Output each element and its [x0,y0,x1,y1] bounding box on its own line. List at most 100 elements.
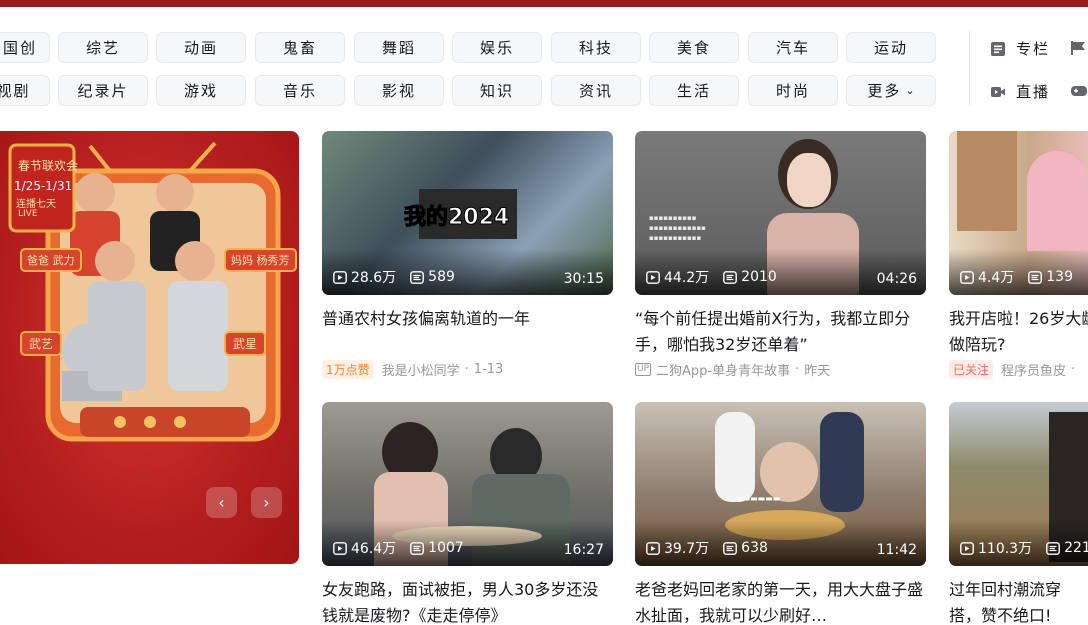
thumbnail-caption: 我的2024 [403,205,510,231]
gamepad-icon[interactable] [1070,83,1088,99]
danmaku-count: 139 [1046,269,1073,285]
video-meta: UP 二狗App-单身青年故事 · 昨天 [635,360,830,379]
chevron-right-icon: › [263,493,270,512]
channel-guochuang[interactable]: 国创 [0,32,50,63]
video-thumbnail[interactable]: ▪▪▪▪▪▪▪▪▪▪ ▪▪▪▪▪▪▪▪▪▪▪▪ ▪▪▪▪▪▪▪▪▪▪▪ 44.2万 … [635,131,926,295]
video-title[interactable]: 过年回村潮流穿搭，赞不绝口! [949,577,1088,625]
banner-live-tag: LIVE [18,209,38,219]
danmaku-count-icon [723,270,738,284]
danmaku-count: 2010 [741,269,777,285]
channel-label: 国创 [2,39,37,57]
sidelink-zhuanlan[interactable]: 专栏 [990,38,1050,59]
live-icon [991,86,1005,97]
danmaku-count-icon [410,270,425,284]
channel-label: 资讯 [578,82,613,100]
channel-youxi[interactable]: 游戏 [156,75,246,106]
banner-event-title: 春节联欢会 [18,159,79,173]
channel-keji[interactable]: 科技 [551,32,641,63]
channel-dianshiju[interactable]: 电视剧 [0,75,50,106]
channel-label: 游戏 [183,82,218,100]
channel-yinyue[interactable]: 音乐 [255,75,345,106]
video-title[interactable]: 普通农村女孩偏离轨道的一年 [322,306,613,358]
play-count-icon [646,541,660,555]
meta-separator: · [464,362,469,377]
video-meta: 已关注 程序员鱼皮 · [949,360,1080,379]
video-title[interactable]: “每个前任提出婚前X行为，我都立即分手，哪怕我32岁还单着” [635,306,926,358]
play-count-icon [646,270,660,284]
channel-zixun[interactable]: 资讯 [551,75,641,106]
sidelink-label: 专栏 [1016,40,1051,58]
channel-jilupian[interactable]: 纪录片 [58,75,148,106]
video-duration: 04:26 [876,271,917,287]
channel-qiche[interactable]: 汽车 [748,32,838,63]
video-thumbnail[interactable]: 46.4万 1007 16:27 [322,402,613,566]
banner-name-tag: 武星 [224,331,267,356]
flag-icon[interactable] [1070,40,1088,56]
channel-label: 汽车 [775,39,810,57]
channel-label: 科技 [578,39,613,57]
view-count: 110.3万 [978,541,1033,557]
sidelink-zhibo[interactable]: 直播 [990,81,1050,102]
channel-shishang[interactable]: 时尚 [748,75,838,106]
channel-zhishi[interactable]: 知识 [452,75,542,106]
video-author[interactable]: 二狗App-单身青年故事 [656,360,790,379]
channel-label: 知识 [479,82,514,100]
channel-yule[interactable]: 娱乐 [452,32,542,63]
banner-prev-button[interactable]: ‹ [206,487,237,518]
view-count: 4.4万 [978,270,1015,286]
play-count-icon [960,541,974,555]
video-thumbnail[interactable]: ▬▬▬▬▬▬ 39.7万 638 11:42 [635,402,926,566]
channel-label: 动画 [183,39,218,57]
banner-event-dates: 1/25-1/31 [14,179,73,193]
channel-guichu[interactable]: 鬼畜 [255,32,345,63]
channel-more[interactable]: 更多 ⌄ [846,75,936,106]
channel-shenghuo[interactable]: 生活 [649,75,739,106]
video-thumbnail[interactable]: 110.3万 221 [949,402,1088,566]
play-count-icon [960,270,974,284]
video-duration: 11:42 [876,542,917,558]
channel-label: 娱乐 [479,39,514,57]
channel-donghua[interactable]: 动画 [156,32,246,63]
video-author[interactable]: 程序员鱼皮 [1001,360,1066,379]
danmaku-count: 638 [741,540,768,556]
channel-label: 综艺 [85,39,120,57]
channel-yingshi[interactable]: 影视 [354,75,444,106]
danmaku-count: 589 [428,269,455,285]
like-badge: 1万点赞 [322,360,374,379]
view-count: 28.6万 [351,270,397,286]
video-title[interactable]: 我开店啦！26岁大龄做陪玩? [949,306,1088,358]
video-date: 昨天 [804,364,831,379]
article-icon [991,41,1005,56]
video-title[interactable]: 老爸老妈回老家的第一天，用大大盘子盛水扯面，我就可以少刷好… [635,577,926,625]
meta-separator: · [1071,362,1076,377]
video-title[interactable]: 女友跑路，面试被拒，男人30多岁还没钱就是废物?《走走停停》 [322,577,613,625]
channel-zongyi[interactable]: 综艺 [58,32,148,63]
danmaku-count-icon [1046,541,1060,555]
video-meta: 1万点赞 我是小松同学 · 1-13 [322,360,503,379]
meta-separator: · [795,362,800,377]
video-thumbnail[interactable]: 我的2024 28.6万 589 30:15 [322,131,613,295]
danmaku-count-icon [723,541,738,555]
banner-name-tag: 武艺 [20,331,63,356]
channel-wudao[interactable]: 舞蹈 [354,32,444,63]
channel-label: 美食 [676,39,711,57]
channel-label: 时尚 [775,82,810,100]
sidelink-label: 直播 [1016,83,1051,101]
video-duration: 30:15 [563,271,604,287]
view-count: 39.7万 [664,541,710,557]
video-author[interactable]: 我是小松同学 [382,360,460,379]
up-icon: UP [635,363,652,376]
channel-label: 纪录片 [77,82,129,100]
channel-meishi[interactable]: 美食 [649,32,739,63]
play-count-icon [333,270,347,284]
view-count: 44.2万 [664,270,710,286]
danmaku-count: 221 [1064,540,1088,556]
channel-label: 运动 [873,39,908,57]
video-thumbnail[interactable]: 4.4万 139 [949,131,1088,295]
channel-label: 影视 [381,82,416,100]
channel-label: 更多 [867,82,902,100]
channel-yundong[interactable]: 运动 [846,32,936,63]
channel-label: 鬼畜 [282,39,317,57]
banner-next-button[interactable]: › [251,487,282,518]
chevron-left-icon: ‹ [218,493,225,512]
